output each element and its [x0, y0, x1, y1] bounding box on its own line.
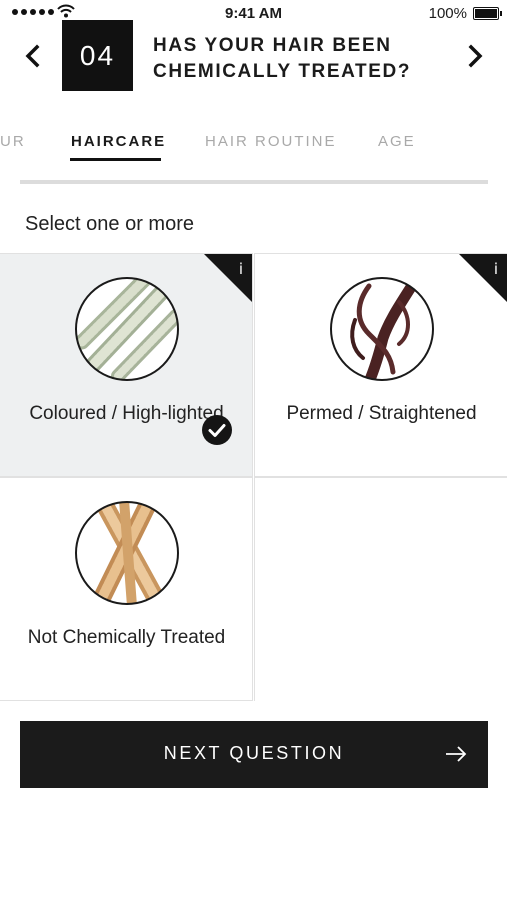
question-title: HAS YOUR HAIR BEEN CHEMICALLY TREATED? [153, 35, 412, 82]
chevron-left-icon [25, 44, 40, 68]
option-label: Permed / Straightened [286, 403, 477, 424]
question-header: 04 HAS YOUR HAIR BEEN CHEMICALLY TREATED… [0, 20, 507, 92]
options-grid: i Coloured / High-lighted i Permed / Str… [0, 253, 507, 703]
chevron-right-icon [468, 44, 483, 68]
info-corner-icon [459, 254, 507, 302]
tab-previous-partial[interactable]: UR [0, 133, 26, 150]
option-label: Not Chemically Treated [27, 627, 226, 648]
tab-age[interactable]: AGE [378, 133, 416, 150]
info-corner-icon [204, 254, 252, 302]
next-question-button[interactable]: NEXT QUESTION [20, 721, 488, 788]
natural-hair-thumbnail [75, 501, 179, 605]
question-number: 04 [62, 20, 133, 91]
option-coloured-highlighted[interactable]: i Coloured / High-lighted [0, 253, 253, 477]
active-tab-indicator [70, 158, 161, 161]
arrow-right-icon [446, 746, 467, 762]
checkmark-icon [202, 415, 232, 445]
selection-instruction: Select one or more [25, 213, 194, 235]
previous-question-button[interactable] [20, 40, 48, 72]
info-icon: i [238, 260, 243, 278]
option-permed-straightened[interactable]: i Permed / Straightened [254, 253, 507, 477]
next-question-arrow-button[interactable] [461, 40, 489, 72]
next-button-label: NEXT QUESTION [163, 743, 345, 763]
info-button[interactable]: i [204, 254, 252, 302]
tabs-track [20, 180, 488, 184]
battery-icon [473, 7, 502, 20]
coloured-hair-thumbnail [75, 277, 179, 381]
tab-hair-routine[interactable]: HAIR ROUTINE [205, 133, 337, 150]
option-not-chemically-treated[interactable]: Not Chemically Treated [0, 477, 253, 701]
category-tabs: UR HAIRCARE HAIR ROUTINE AGE [0, 125, 507, 165]
permed-hair-thumbnail [330, 277, 434, 381]
tab-haircare[interactable]: HAIRCARE [71, 133, 166, 150]
info-button[interactable]: i [459, 254, 507, 302]
info-icon: i [493, 260, 498, 278]
empty-grid-cell [254, 477, 507, 701]
